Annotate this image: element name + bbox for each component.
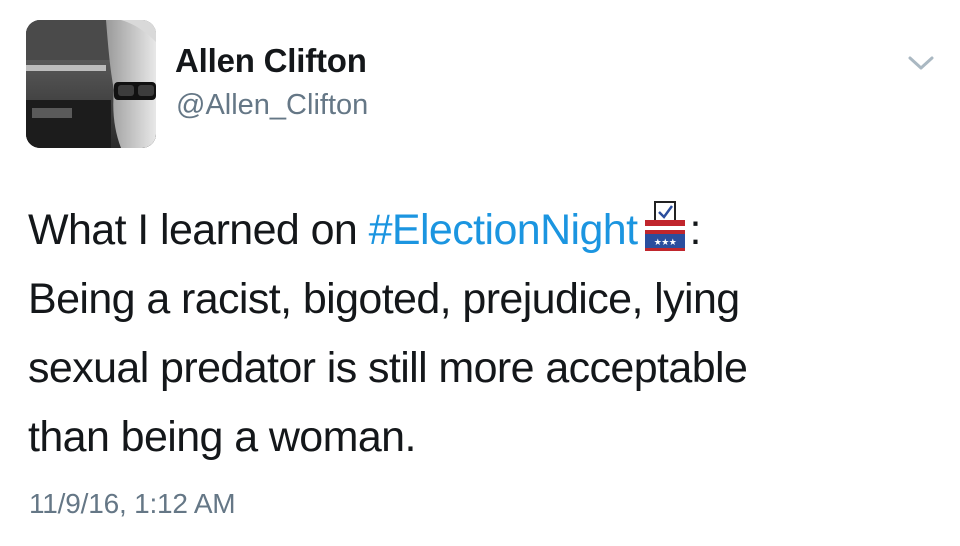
tweet-text-prefix: What I learned on (28, 206, 369, 254)
chevron-down-icon[interactable] (904, 50, 938, 76)
tweet-timestamp[interactable]: 11/9/16, 1:12 AM (29, 488, 236, 520)
display-name[interactable]: Allen Clifton (175, 42, 367, 80)
tweet-card: Allen Clifton @Allen_Clifton What I lear… (0, 0, 960, 546)
avatar-photo (26, 20, 156, 148)
tweet-line-4: than being a woman. (28, 413, 416, 461)
tweet-line-1: What I learned on #ElectionNight ★★★ : (28, 196, 938, 265)
tweet-line-2: Being a racist, bigoted, prejudice, lyin… (28, 275, 740, 323)
tweet-line-3: sexual predator is still more acceptable (28, 344, 748, 392)
avatar[interactable] (26, 20, 156, 148)
tweet-text-colon: : (689, 206, 701, 254)
svg-text:★★★: ★★★ (654, 238, 677, 248)
user-handle[interactable]: @Allen_Clifton (176, 89, 368, 122)
hashtag-link[interactable]: #ElectionNight (369, 206, 638, 254)
tweet-text: What I learned on #ElectionNight ★★★ : B… (28, 196, 938, 472)
ballot-box-icon: ★★★ (641, 200, 689, 252)
